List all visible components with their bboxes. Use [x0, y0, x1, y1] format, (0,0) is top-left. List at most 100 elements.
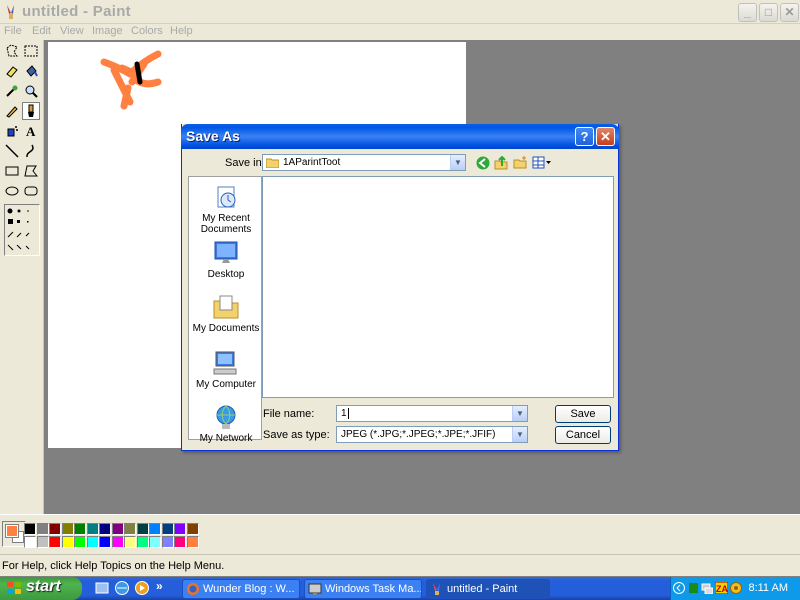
windows-logo-icon — [7, 582, 21, 594]
paint-app-icon[interactable] — [4, 4, 18, 20]
maximize-button[interactable]: □ — [759, 3, 778, 22]
menu-colors[interactable]: Colors — [131, 25, 163, 37]
menu-image[interactable]: Image — [92, 25, 123, 37]
dialog-help-button[interactable]: ? — [575, 127, 594, 146]
pick-color-icon[interactable] — [3, 82, 21, 100]
color-swatch[interactable] — [74, 523, 86, 535]
color-swatch[interactable] — [49, 523, 61, 535]
dialog-title: Save As — [186, 128, 240, 144]
quick-launch-more[interactable]: » — [156, 579, 163, 593]
minimize-button[interactable]: _ — [738, 3, 757, 22]
color-swatch[interactable] — [99, 523, 111, 535]
pencil-icon[interactable] — [3, 102, 21, 120]
taskbar-item-paint[interactable]: untitled - Paint — [426, 579, 550, 599]
up-folder-icon[interactable] — [494, 156, 508, 170]
my-computer-icon — [213, 351, 237, 375]
rounded-rectangle-icon[interactable] — [22, 182, 40, 200]
menu-view[interactable]: View — [60, 25, 84, 37]
save-in-value: 1AParintToot — [283, 157, 341, 168]
color-swatch[interactable] — [24, 523, 36, 535]
color-swatch[interactable] — [161, 536, 174, 548]
eraser-icon[interactable] — [3, 62, 21, 80]
title-bar: untitled - Paint _ □ ✕ — [0, 0, 800, 24]
fill-with-color-icon[interactable] — [22, 62, 40, 80]
color-swatch[interactable] — [124, 523, 136, 535]
menu-edit[interactable]: Edit — [32, 25, 51, 37]
magnifier-icon[interactable] — [22, 82, 40, 100]
place-my-computer[interactable]: My Computer — [189, 349, 263, 390]
color-swatch[interactable] — [161, 523, 174, 535]
network-connection-icon[interactable] — [701, 582, 713, 594]
color-swatch[interactable] — [86, 523, 99, 535]
window-title: untitled - Paint — [22, 3, 131, 20]
save-as-type-dropdown[interactable]: JPEG (*.JPG;*.JPEG;*.JPE;*.JFIF) ▼ — [336, 426, 528, 443]
zonealarm-icon[interactable]: ZA — [715, 582, 728, 594]
polygon-icon[interactable] — [22, 162, 40, 180]
menu-help[interactable]: Help — [170, 25, 193, 37]
place-desktop[interactable]: Desktop — [189, 239, 263, 280]
color-swatch[interactable] — [74, 536, 86, 548]
browser-icon[interactable] — [114, 580, 130, 596]
dialog-title-bar[interactable]: Save As ? ✕ — [181, 124, 619, 149]
media-player-icon[interactable] — [134, 580, 150, 596]
brush-options[interactable] — [4, 204, 40, 256]
file-name-input[interactable]: 1 ▼ — [336, 405, 528, 422]
file-list[interactable] — [262, 176, 614, 398]
show-desktop-icon[interactable] — [94, 580, 110, 596]
folder-icon — [266, 158, 279, 168]
line-icon[interactable] — [3, 142, 21, 160]
select-icon[interactable] — [22, 42, 40, 60]
menu-bar: File Edit View Image Colors Help — [0, 24, 800, 40]
my-documents-icon — [213, 295, 239, 319]
clock[interactable]: 8:11 AM — [748, 582, 788, 594]
place-my-documents[interactable]: My Documents — [189, 293, 263, 334]
color-swatch[interactable] — [36, 536, 49, 548]
dialog-close-button[interactable]: ✕ — [596, 127, 615, 146]
view-menu-icon[interactable] — [532, 156, 552, 170]
color-swatch[interactable] — [149, 536, 161, 548]
color-swatch[interactable] — [136, 523, 149, 535]
new-folder-icon[interactable] — [513, 156, 527, 170]
tray-collapse-icon[interactable] — [673, 582, 685, 594]
save-in-dropdown[interactable]: 1AParintToot ▼ — [262, 154, 466, 171]
task-label: untitled - Paint — [447, 583, 518, 595]
color-swatch[interactable] — [149, 523, 161, 535]
color-swatch[interactable] — [111, 536, 124, 548]
start-button[interactable]: start — [0, 577, 82, 600]
color-swatch[interactable] — [49, 536, 61, 548]
free-form-select-icon[interactable] — [3, 42, 21, 60]
brush-icon[interactable] — [22, 102, 40, 120]
cancel-button[interactable]: Cancel — [555, 426, 611, 444]
place-my-network[interactable]: My Network — [189, 403, 263, 444]
place-label: Desktop — [207, 269, 245, 280]
current-colors[interactable] — [2, 521, 26, 547]
color-swatch[interactable] — [111, 523, 124, 535]
taskbar-item-task-manager[interactable]: Windows Task Ma... — [304, 579, 422, 599]
place-recent-documents[interactable]: My Recent Documents — [189, 183, 263, 235]
antivirus-icon[interactable] — [730, 582, 742, 594]
taskbar-item-wunder-blog[interactable]: Wunder Blog : W... — [182, 579, 300, 599]
color-swatch[interactable] — [186, 523, 199, 535]
color-swatch[interactable] — [174, 523, 186, 535]
text-icon[interactable]: A — [22, 122, 40, 140]
back-icon[interactable] — [476, 156, 490, 170]
menu-file[interactable]: File — [4, 25, 22, 37]
save-button[interactable]: Save — [555, 405, 611, 423]
color-swatch[interactable] — [124, 536, 136, 548]
ellipse-icon[interactable] — [3, 182, 21, 200]
color-swatch[interactable] — [186, 536, 199, 548]
close-button[interactable]: ✕ — [780, 3, 799, 22]
color-swatch[interactable] — [24, 536, 36, 548]
network-status-icon[interactable] — [689, 582, 699, 594]
rectangle-icon[interactable] — [3, 162, 21, 180]
color-swatch[interactable] — [86, 536, 99, 548]
airbrush-icon[interactable] — [3, 122, 21, 140]
color-swatch[interactable] — [174, 536, 186, 548]
curve-icon[interactable] — [22, 142, 40, 160]
color-swatch[interactable] — [136, 536, 149, 548]
color-swatch[interactable] — [61, 523, 74, 535]
color-swatch[interactable] — [99, 536, 111, 548]
color-swatch[interactable] — [61, 536, 74, 548]
recent-documents-icon — [217, 186, 236, 208]
color-swatch[interactable] — [36, 523, 49, 535]
